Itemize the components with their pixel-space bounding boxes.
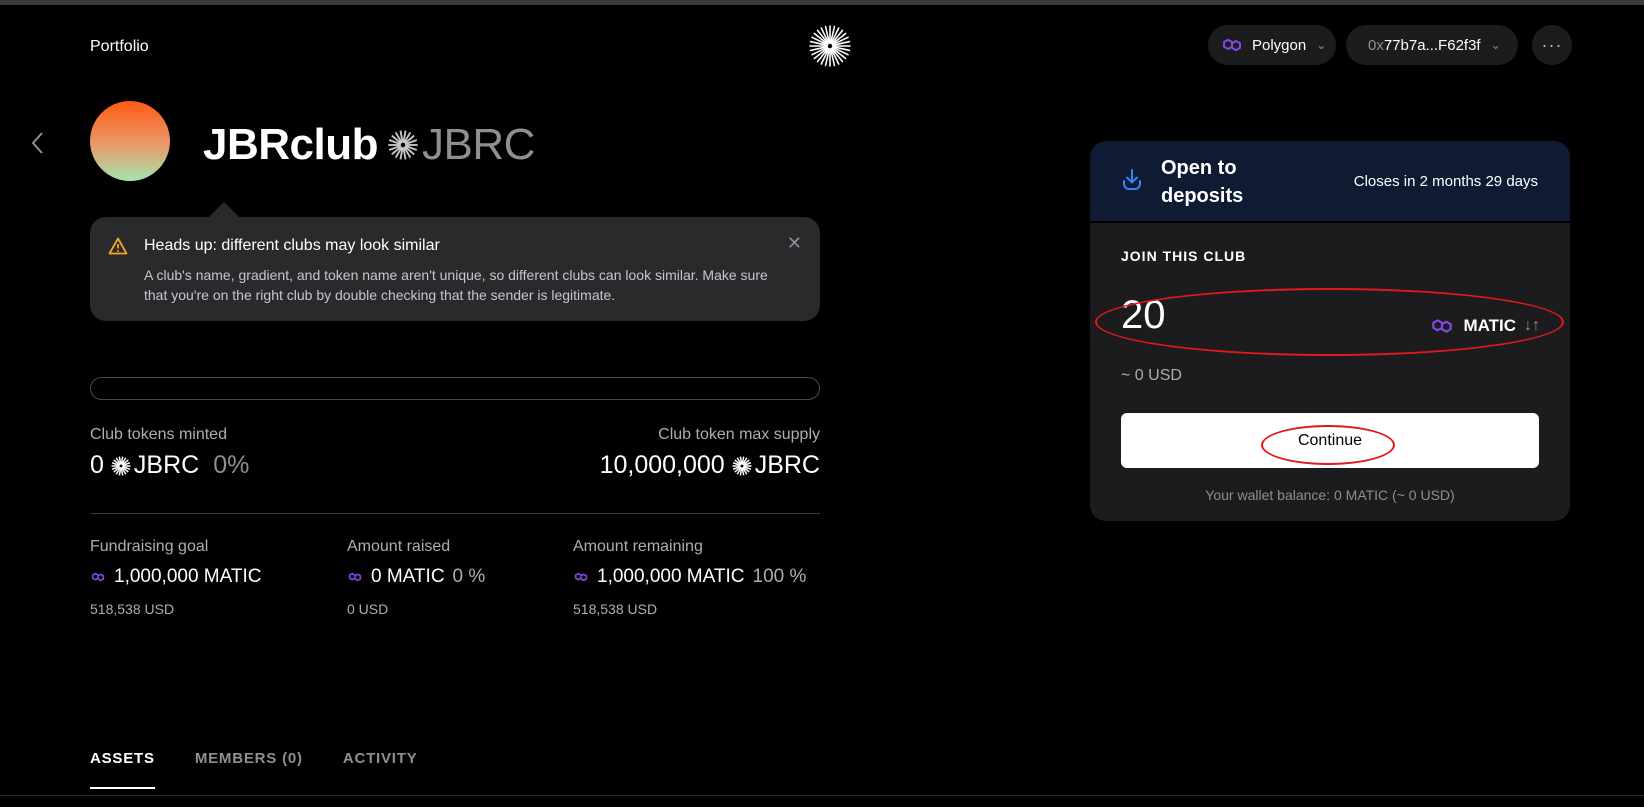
- notice-body: A club's name, gradient, and token name …: [144, 267, 768, 303]
- amount-remaining-value: 1,000,000 MATIC 100 %: [573, 566, 806, 588]
- tokens-minted-label: Club tokens minted: [90, 426, 227, 443]
- tab-activity[interactable]: ACTIVITY: [343, 750, 418, 789]
- polygon-icon: [574, 572, 588, 582]
- deposit-panel: Open to deposits Closes in 2 months 29 d…: [1090, 141, 1570, 521]
- download-icon: [1123, 169, 1141, 190]
- deposit-amount-input[interactable]: 20: [1121, 293, 1166, 338]
- tab-assets[interactable]: ASSETS: [90, 750, 155, 789]
- chevron-down-icon: ⌄: [1490, 38, 1501, 52]
- polygon-icon: [348, 572, 362, 582]
- tokens-minted-value: 0 JBRC 0%: [90, 451, 249, 480]
- back-arrow-icon[interactable]: [28, 128, 48, 158]
- club-avatar: [90, 101, 170, 181]
- token-name: MATIC: [1463, 316, 1516, 335]
- max-supply-label: Club token max supply: [658, 426, 820, 443]
- deposit-closes: Closes in 2 months 29 days: [1353, 173, 1538, 190]
- warning-notice: Heads up: different clubs may look simil…: [90, 217, 820, 321]
- usd-estimate: ~ 0 USD: [1121, 367, 1182, 384]
- close-icon[interactable]: ✕: [787, 233, 802, 254]
- wallet-balance: Your wallet balance: 0 MATIC (~ 0 USD): [1205, 487, 1455, 503]
- max-supply-number: 10,000,000: [599, 451, 725, 479]
- wallet-address: 77b7a...F62f3f: [1383, 36, 1481, 54]
- section-divider: [90, 513, 820, 514]
- chevron-down-icon: ⌄: [1316, 38, 1327, 52]
- club-symbol-text: JBRC: [421, 120, 535, 169]
- syndicate-logo-icon[interactable]: [808, 24, 852, 68]
- amount-raised-percent: 0 %: [452, 566, 486, 587]
- max-supply-symbol: JBRC: [754, 451, 820, 479]
- tab-members[interactable]: MEMBERS (0): [195, 750, 303, 789]
- network-name: Polygon: [1252, 36, 1307, 54]
- wallet-selector[interactable]: 0x 77b7a...F62f3f ⌄: [1346, 25, 1518, 65]
- network-selector[interactable]: Polygon ⌄: [1208, 25, 1336, 65]
- club-name: JBRclub: [203, 120, 378, 169]
- amount-remaining-usd: 518,538 USD: [573, 601, 658, 617]
- tokens-minted-symbol: JBRC: [133, 451, 200, 479]
- join-club-heading: JOIN THIS CLUB: [1121, 248, 1247, 264]
- fundraising-goal-label: Fundraising goal: [90, 538, 209, 555]
- fundraising-goal-usd: 518,538 USD: [90, 601, 175, 617]
- amount-remaining-amount: 1,000,000 MATIC: [597, 566, 745, 587]
- tokens-minted-percent: 0%: [213, 451, 250, 479]
- polygon-icon: [91, 572, 105, 582]
- club-token-icon: [732, 456, 752, 475]
- notice-title: Heads up: different clubs may look simil…: [144, 237, 440, 254]
- tokens-minted-number: 0: [90, 451, 104, 479]
- deposit-status-header: Open to deposits Closes in 2 months 29 d…: [1090, 141, 1570, 221]
- fundraising-goal-value: 1,000,000 MATIC: [90, 566, 262, 588]
- deposit-status: Open to deposits: [1161, 157, 1244, 207]
- max-supply-value: 10,000,000 JBRC: [600, 451, 820, 480]
- tabs-divider: [0, 795, 1644, 796]
- amount-remaining-label: Amount remaining: [573, 538, 703, 555]
- window-top-border: [0, 0, 1644, 5]
- portfolio-link[interactable]: Portfolio: [90, 38, 149, 56]
- amount-raised-value: 0 MATIC 0 %: [347, 566, 485, 588]
- swap-icon[interactable]: ↓↑: [1524, 317, 1540, 335]
- warning-icon: [108, 237, 128, 255]
- mint-progress-bar: [90, 377, 820, 400]
- notice-pointer: [208, 202, 240, 218]
- club-token-icon: [111, 456, 131, 475]
- club-tabs: ASSETS MEMBERS (0) ACTIVITY: [90, 750, 458, 789]
- amount-remaining-percent: 100 %: [752, 566, 807, 587]
- club-token-icon: [388, 130, 418, 160]
- club-symbol: JBRC: [386, 120, 535, 170]
- club-title: JBRclub JBRC: [203, 120, 535, 170]
- more-options-button[interactable]: ···: [1532, 25, 1572, 65]
- amount-raised-amount: 0 MATIC: [371, 566, 445, 587]
- continue-button[interactable]: Continue: [1121, 413, 1539, 468]
- polygon-icon: [1223, 38, 1241, 52]
- wallet-prefix: 0x: [1368, 36, 1384, 54]
- more-icon: ···: [1541, 34, 1563, 55]
- token-selector[interactable]: MATIC ↓↑: [1429, 313, 1540, 339]
- fundraising-goal-amount: 1,000,000 MATIC: [114, 566, 262, 587]
- amount-raised-usd: 0 USD: [347, 601, 389, 617]
- amount-raised-label: Amount raised: [347, 538, 451, 555]
- polygon-icon: [1432, 319, 1453, 333]
